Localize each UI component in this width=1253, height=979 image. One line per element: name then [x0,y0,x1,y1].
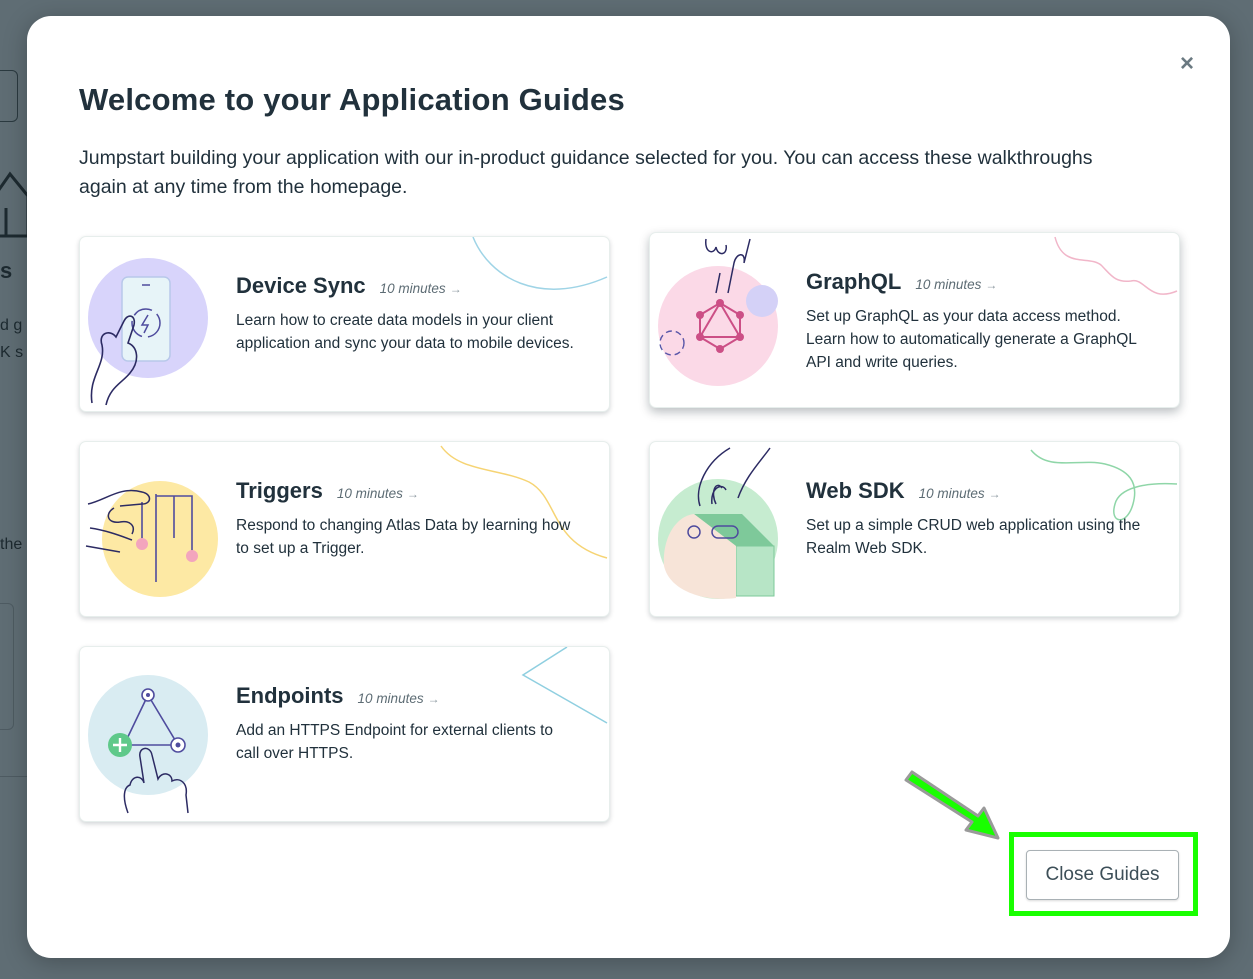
background-text-fragment: d g K s [0,317,24,361]
arrow-right-icon: → [427,692,440,706]
arrow-right-icon: → [449,282,462,296]
guide-title: Web SDK [806,478,905,503]
guide-title: Endpoints [236,683,344,708]
background-panel-edge [0,70,18,122]
guide-title: Triggers [236,478,323,503]
arrow-right-icon: → [988,487,1001,501]
guide-duration: 10 minutes [379,281,446,296]
endpoints-illustration-icon [88,675,208,814]
modal-title: Welcome to your Application Guides [79,82,625,117]
guide-card-graphql[interactable]: GraphQL 10 minutes → Set up GraphQL as y… [649,232,1180,408]
background-card-edge [0,603,14,730]
guide-duration: 10 minutes [918,486,985,501]
graphql-illustration-icon [658,238,778,386]
guide-card-device-sync[interactable]: Device Sync 10 minutes → Learn how to cr… [79,236,610,412]
close-guides-button[interactable]: Close Guides [1026,850,1179,900]
modal-description: Jumpstart building your application with… [79,147,1093,198]
guide-duration: 10 minutes [915,277,982,292]
guide-card-triggers[interactable]: Triggers 10 minutes → Respond to changin… [79,441,610,617]
guide-title: GraphQL [806,269,902,294]
device-sync-illustration-icon [88,258,208,406]
guide-card-endpoints[interactable]: Endpoints 10 minutes → Add an HTTPS Endp… [79,646,610,822]
application-guides-modal: × Welcome to your Application Guides Jum… [27,16,1230,958]
close-icon[interactable]: × [1180,52,1194,76]
guide-duration: 10 minutes [357,691,424,706]
guide-card-web-sdk[interactable]: Web SDK 10 minutes → Set up a simple CRU… [649,441,1180,617]
house-icon [0,171,30,238]
guide-description: Set up GraphQL as your data access metho… [806,308,1137,371]
web-sdk-illustration-icon [658,447,778,599]
guide-duration: 10 minutes [336,486,403,501]
guide-description: Learn how to create data models in your … [236,312,574,352]
background-heading-fragment: s [0,258,13,283]
guide-description: Add an HTTPS Endpoint for external clien… [236,722,554,762]
guide-description: Respond to changing Atlas Data by learni… [236,517,571,557]
guide-description: Set up a simple CRUD web application usi… [806,517,1141,557]
arrow-right-icon: → [406,487,419,501]
arrow-right-icon: → [985,278,998,292]
background-text-fragment-2: the [0,536,23,553]
guide-title: Device Sync [236,273,366,298]
triggers-illustration-icon [85,481,218,597]
